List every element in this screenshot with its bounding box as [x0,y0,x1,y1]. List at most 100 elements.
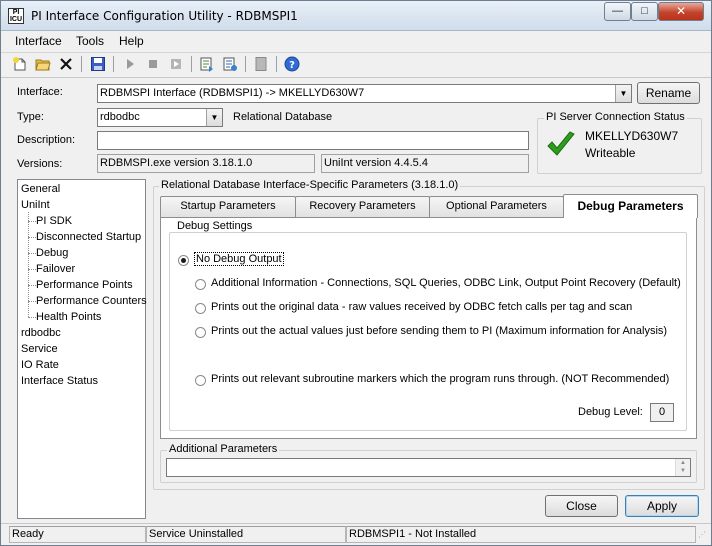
toolbar-separator [81,56,82,72]
new-icon[interactable] [12,56,28,72]
tree-item-general[interactable]: General [21,183,60,195]
tree-item-io-rate[interactable]: IO Rate [21,359,59,371]
start-icon[interactable] [122,56,138,72]
toolbar-separator [245,56,246,72]
tree-connector [28,269,36,270]
actual-values-label[interactable]: Prints out the actual values just before… [211,325,667,337]
description-input[interactable] [97,131,529,150]
toolbar-divider [1,77,711,78]
radio-original-data[interactable] [195,303,206,314]
minimize-button[interactable]: — [604,2,631,21]
chevron-down-icon[interactable]: ▼ [206,109,222,126]
toolbar-separator [191,56,192,72]
type-description: Relational Database [233,111,333,123]
checkmark-icon [547,131,575,156]
status-bar: Ready Service Uninstalled RDBMSPI1 - Not… [1,523,711,545]
tree-item-interface-status[interactable]: Interface Status [21,375,98,387]
interface-label: Interface: [17,86,63,98]
interface-dropdown[interactable]: RDBMSPI Interface (RDBMSPI1) -> MKELLYD6… [97,84,632,103]
type-dropdown-value: rdbodbc [100,111,140,123]
close-window-button[interactable]: ✕ [658,2,704,21]
window-title: PI Interface Configuration Utility - RDB… [31,9,298,23]
server-name: MKELLYD630W7 [585,129,679,143]
additional-parameters-scrollbar[interactable]: ▲ ▼ [675,459,690,476]
tree-item-service[interactable]: Service [21,343,58,355]
maximize-button[interactable]: □ [631,2,658,21]
subroutine-markers-label[interactable]: Prints out relevant subroutine markers w… [211,373,669,385]
toolbar-separator [113,56,114,72]
debug-settings-title: Debug Settings [175,220,255,232]
type-dropdown[interactable]: rdbodbc ▼ [97,108,223,127]
navigation-tree: General UniInt PI SDK Disconnected Start… [17,179,147,519]
versions-label: Versions: [17,158,63,170]
tree-connector [28,221,36,222]
app-window: PI ICU PI Interface Configuration Utility… [0,0,712,546]
debug-level-label: Debug Level: [578,406,643,418]
tree-connector [28,237,36,238]
menu-tools[interactable]: Tools [76,34,104,48]
export-icon[interactable] [199,56,215,72]
server-status-title: PI Server Connection Status [544,111,687,123]
tree-connector [28,317,36,318]
tab-recovery-parameters[interactable]: Recovery Parameters [295,196,430,217]
tab-optional-parameters[interactable]: Optional Parameters [429,196,564,217]
toolbar-separator [276,56,277,72]
status-ready: Ready [9,526,146,543]
tree-item-performance-points[interactable]: Performance Points [36,279,133,291]
stop-icon[interactable] [145,56,161,72]
save-icon[interactable] [90,56,106,72]
tab-debug-parameters[interactable]: Debug Parameters [563,194,698,218]
resize-grip-icon[interactable]: ⋰ [698,530,708,542]
tree-item-debug[interactable]: Debug [36,247,68,259]
pi-icu-app-icon: PI ICU [8,8,24,24]
rename-button[interactable]: Rename [637,82,700,104]
help-icon[interactable]: ? [284,56,300,72]
no-debug-output-text: No Debug Output [194,252,284,266]
description-label: Description: [17,134,76,146]
debug-parameters-panel: Debug Settings No Debug Output Additiona… [160,217,697,439]
rdb-parameters-title: Relational Database Interface-Specific P… [159,179,461,191]
tree-item-rdbodbc[interactable]: rdbodbc [21,327,61,339]
tree-item-uniint[interactable]: UniInt [21,199,50,211]
menu-bar: Interface Tools Help [1,31,711,51]
tree-item-pi-sdk[interactable]: PI SDK [36,215,72,227]
additional-information-label[interactable]: Additional Information - Connections, SQ… [211,277,681,289]
chevron-down-icon[interactable]: ▼ [615,85,631,102]
toolbar: ? [1,52,711,75]
delete-icon[interactable] [58,56,74,72]
server-state: Writeable [585,146,636,160]
svg-text:?: ? [289,60,295,71]
radio-subroutine-markers[interactable] [195,375,206,386]
tree-item-health-points[interactable]: Health Points [36,311,101,323]
no-debug-output-label[interactable]: No Debug Output [194,252,284,266]
apply-button[interactable]: Apply [625,495,699,517]
tree-connector [28,285,36,286]
open-icon[interactable] [35,56,51,72]
interface-dropdown-value: RDBMSPI Interface (RDBMSPI1) -> MKELLYD6… [100,87,365,99]
radio-additional-information[interactable] [195,279,206,290]
title-bar[interactable]: PI ICU PI Interface Configuration Utility… [1,1,711,31]
additional-parameters-title: Additional Parameters [167,443,280,455]
menu-interface[interactable]: Interface [15,34,62,48]
menu-help[interactable]: Help [119,34,144,48]
tab-startup-parameters[interactable]: Startup Parameters [160,196,296,217]
tree-item-disconnected-startup[interactable]: Disconnected Startup [36,231,141,243]
copy-icon[interactable] [253,56,269,72]
type-label: Type: [17,111,44,123]
debug-level-field: 0 [650,403,674,422]
original-data-label[interactable]: Prints out the original data - raw value… [211,301,632,313]
status-service: Service Uninstalled [146,526,346,543]
radio-actual-values[interactable] [195,327,206,338]
tree-item-performance-counters[interactable]: Performance Counters [36,295,147,307]
tree-item-failover[interactable]: Failover [36,263,75,275]
restart-icon[interactable] [168,56,184,72]
tree-connector [28,301,36,302]
tree-connector [28,253,36,254]
exe-version-field: RDBMSPI.exe version 3.18.1.0 [97,154,315,173]
import-icon[interactable] [222,56,238,72]
radio-no-debug-output[interactable] [178,255,189,266]
status-install: RDBMSPI1 - Not Installed [346,526,696,543]
close-button[interactable]: Close [545,495,618,517]
uniint-version-field: UniInt version 4.4.5.4 [321,154,529,173]
additional-parameters-input[interactable] [166,458,691,477]
